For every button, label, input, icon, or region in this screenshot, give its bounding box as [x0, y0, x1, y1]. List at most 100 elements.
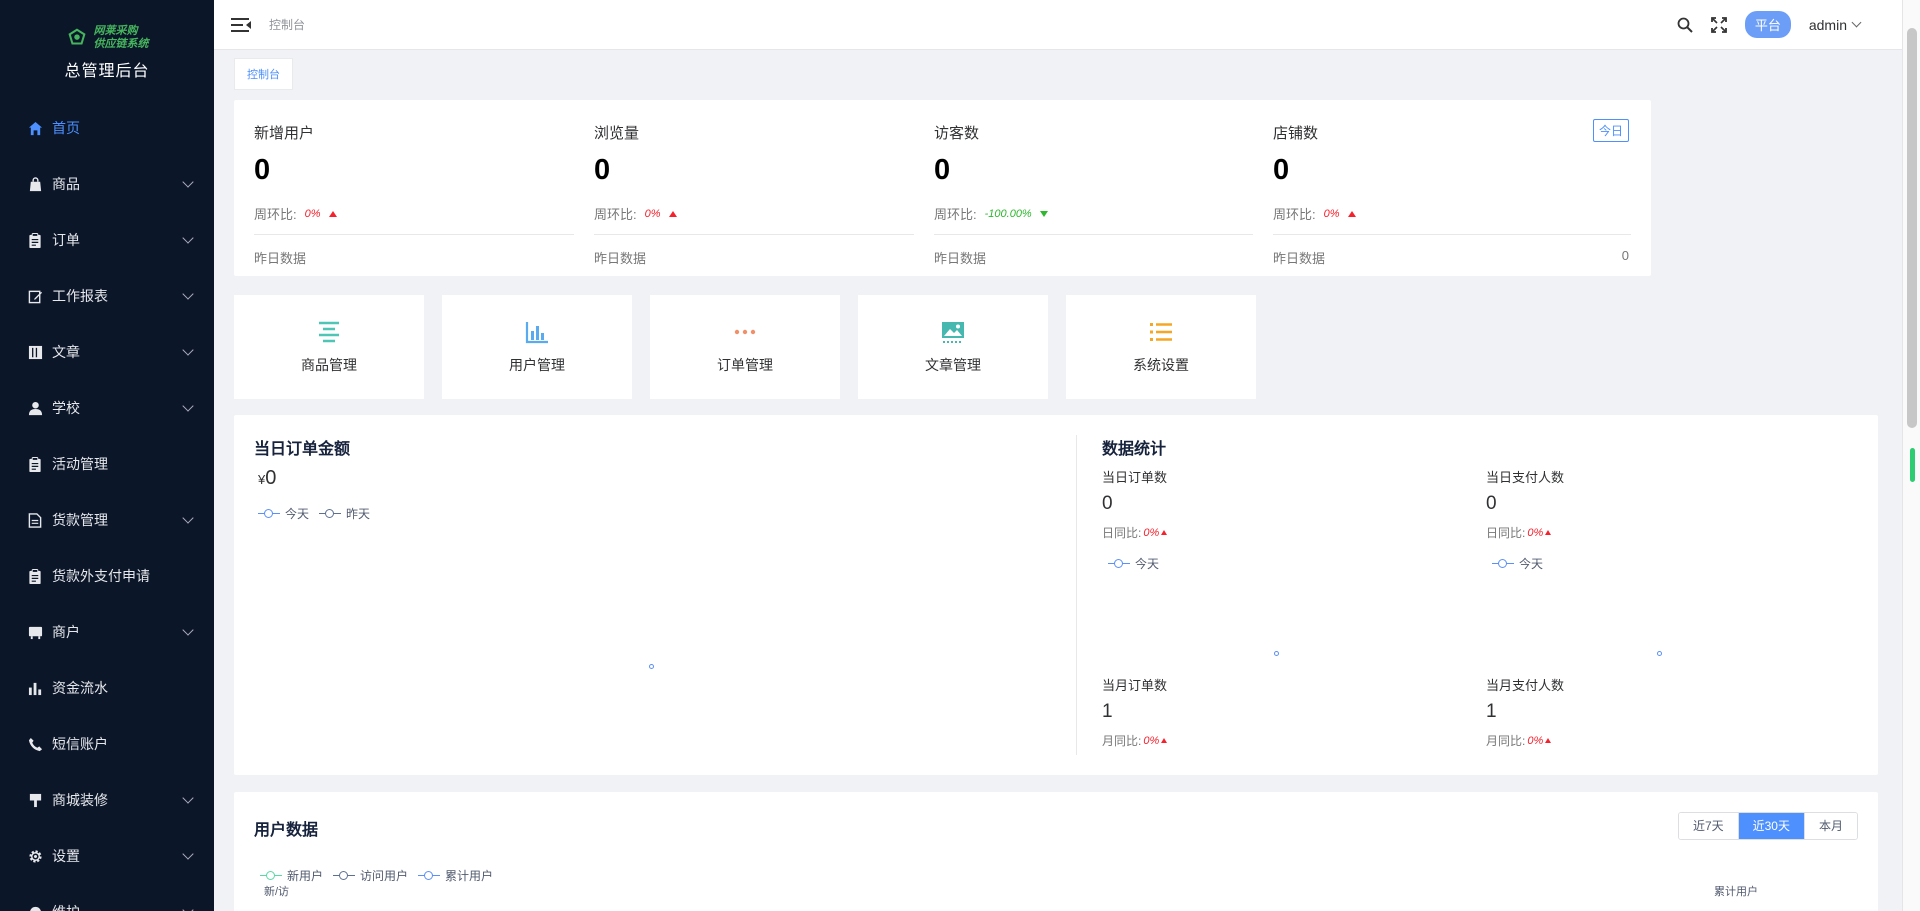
- trend-up-icon: [1347, 210, 1356, 217]
- sidebar-item-1[interactable]: 商品: [0, 156, 214, 212]
- sidebar-item-label: 工作报表: [52, 288, 108, 304]
- stat-value: 1: [1486, 701, 1497, 722]
- sidebar-item-label: 学校: [52, 400, 80, 416]
- ratio-value: 0%: [1143, 526, 1160, 539]
- stat-value: 0: [1486, 493, 1497, 514]
- sidebar: 网莱采购 供应链系统 总管理后台 首页 商品订单工作报表文章学校活动管理 货款管理货…: [0, 0, 214, 911]
- clipboard-icon: [27, 568, 43, 584]
- shortcut-label: 用户管理: [509, 357, 565, 373]
- trend-up-icon: [328, 210, 337, 217]
- trend-down-icon: [1039, 210, 1048, 217]
- search-icon[interactable]: [1677, 17, 1693, 33]
- legend-item[interactable]: 累计用户: [418, 867, 493, 884]
- user-menu[interactable]: admin: [1808, 16, 1862, 33]
- stat-value: 0: [1273, 154, 1290, 186]
- legend-label: 今天: [1519, 557, 1544, 571]
- sidebar-menu: 首页 商品订单工作报表文章学校活动管理 货款管理 货款外支付申请 商户 资金流水 短信账户商…: [0, 100, 214, 911]
- legend-item[interactable]: 新用户: [260, 867, 323, 884]
- legend-item[interactable]: 今天: [1492, 555, 1543, 572]
- range-button[interactable]: 近30天: [1737, 813, 1804, 839]
- range-button[interactable]: 本月: [1803, 813, 1857, 839]
- stat-value: 0: [594, 154, 611, 186]
- logo-line2: 供应链系统: [93, 38, 149, 50]
- clipboard-icon: [27, 232, 43, 248]
- legend-marker-icon: [1108, 558, 1130, 569]
- sidebar-item-9[interactable]: 商户: [0, 604, 214, 660]
- app-title: 总管理后台: [64, 63, 150, 80]
- platform-pill[interactable]: 平台: [1744, 11, 1791, 38]
- stat-label: 当月支付人数: [1486, 678, 1565, 693]
- shortcut-label: 商品管理: [301, 357, 357, 373]
- chart-point: [1274, 651, 1279, 656]
- chart-point: [1657, 651, 1662, 656]
- shortcut-1[interactable]: 用户管理: [442, 295, 632, 399]
- legend-marker-icon: [260, 870, 282, 881]
- sidebar-item-7[interactable]: 货款管理: [0, 492, 214, 548]
- brush-icon: [27, 792, 43, 808]
- shortcut-4[interactable]: 系统设置: [1066, 295, 1256, 399]
- sidebar-item-12[interactable]: 商城装修: [0, 772, 214, 828]
- chevron-down-icon: [182, 232, 194, 244]
- fullscreen-icon[interactable]: [1710, 16, 1727, 33]
- wrench-icon: [27, 904, 43, 911]
- sidebar-item-2[interactable]: 订单: [0, 212, 214, 268]
- bar-chart-icon: [524, 319, 550, 345]
- divider: [594, 234, 952, 235]
- shop-icon: [27, 624, 43, 640]
- data-stats-title: 数据统计: [1102, 441, 1167, 458]
- legend-marker-icon: [1492, 558, 1514, 569]
- ratio-label: 月同比:: [1486, 734, 1526, 748]
- scrollbar-thumb[interactable]: [1907, 28, 1917, 428]
- tab-console[interactable]: 控制台: [234, 58, 293, 90]
- shortcut-label: 系统设置: [1133, 357, 1189, 373]
- sidebar-item-5[interactable]: 学校: [0, 380, 214, 436]
- more-dots-icon: [732, 319, 758, 345]
- chevron-down-icon: [1851, 17, 1862, 28]
- list-icon: [1148, 319, 1174, 345]
- user-data-title: 用户数据: [254, 822, 319, 839]
- bar-chart-icon: [27, 680, 43, 696]
- legend-item[interactable]: 今天: [258, 505, 309, 522]
- stat-title: 新增用户: [254, 125, 315, 142]
- period-badge: 今日: [1592, 119, 1629, 142]
- edit-icon: [27, 288, 43, 304]
- sidebar-item-14[interactable]: 维护: [0, 884, 214, 911]
- legend-item[interactable]: 访问用户: [333, 867, 408, 884]
- menu-toggle-icon[interactable]: [231, 17, 251, 32]
- yesterday-label: 昨日数据: [1273, 251, 1326, 266]
- shopping-bag-icon: [27, 176, 43, 192]
- breadcrumb[interactable]: 控制台: [269, 16, 305, 33]
- sidebar-item-6[interactable]: 活动管理: [0, 436, 214, 492]
- legend-item[interactable]: 今天: [1108, 555, 1159, 572]
- shortcut-0[interactable]: 商品管理: [234, 295, 424, 399]
- sidebar-item-13[interactable]: 设置: [0, 828, 214, 884]
- stat-title: 店铺数: [1273, 125, 1319, 142]
- legend-item[interactable]: 昨天: [319, 505, 370, 522]
- sidebar-item-4[interactable]: 文章: [0, 324, 214, 380]
- sidebar-item-label: 订单: [52, 232, 80, 248]
- username: admin: [1808, 16, 1847, 33]
- page-scrollbar[interactable]: [1902, 0, 1920, 911]
- chevron-down-icon: [182, 904, 194, 911]
- legend-label: 累计用户: [445, 869, 494, 883]
- sidebar-item-8[interactable]: 货款外支付申请: [0, 548, 214, 604]
- chevron-down-icon: [182, 344, 194, 356]
- sidebar-item-11[interactable]: 短信账户: [0, 716, 214, 772]
- stat-ratio: 日同比: 0%: [1486, 524, 1866, 541]
- ratio-value: 0%: [1143, 734, 1160, 747]
- home-icon: [27, 120, 43, 136]
- document-icon: [27, 512, 43, 528]
- shortcut-2[interactable]: 订单管理: [650, 295, 840, 399]
- range-button[interactable]: 近7天: [1678, 813, 1738, 839]
- shortcut-3[interactable]: 文章管理: [858, 295, 1048, 399]
- trend-up-icon: [1161, 738, 1168, 743]
- range-selector: 近7天 近30天 本月: [1677, 812, 1858, 840]
- order-amount-legend: 今天 昨天: [258, 505, 370, 522]
- chevron-down-icon: [182, 288, 194, 300]
- sidebar-item-0[interactable]: 首页: [0, 100, 214, 156]
- logo-line1: 网莱采购: [93, 25, 138, 37]
- trend-up-icon: [1161, 530, 1168, 535]
- sidebar-item-3[interactable]: 工作报表: [0, 268, 214, 324]
- sidebar-item-10[interactable]: 资金流水: [0, 660, 214, 716]
- legend-marker-icon: [333, 870, 356, 881]
